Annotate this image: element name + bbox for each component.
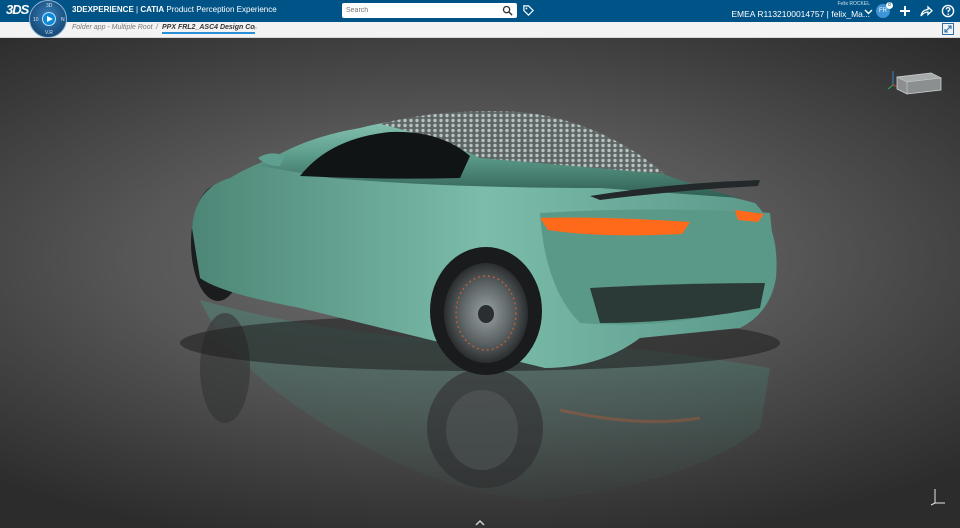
chevron-up-icon[interactable]: [474, 519, 486, 527]
tab-folder-app[interactable]: Folder app - Multiple Root: [72, 24, 153, 31]
app-title: 3DEXPERIENCE | CATIA Product Perception …: [72, 5, 277, 14]
fullscreen-icon[interactable]: [942, 23, 954, 35]
search-icon[interactable]: [502, 5, 513, 16]
help-icon[interactable]: [941, 4, 955, 18]
compass-top-label: 3D: [46, 3, 53, 9]
chevron-down-icon[interactable]: [864, 8, 873, 16]
app-title-prefix: 3DEXPERIENCE: [72, 5, 134, 14]
axis-triad-icon: [930, 489, 945, 506]
search-input[interactable]: [346, 3, 496, 18]
search-box: [342, 3, 517, 18]
3d-viewport[interactable]: [0, 38, 960, 528]
user-name: Felix ROCKEL: [837, 1, 870, 7]
tab-bar: Folder app - Multiple Root / PPX FRL2_AS…: [0, 22, 960, 38]
app-title-suffix: Product Perception Experience: [164, 5, 277, 14]
notification-badge: 8: [886, 2, 893, 9]
tag-icon[interactable]: [522, 4, 535, 17]
compass-right-label: N: [61, 17, 65, 23]
tab-separator: /: [156, 24, 158, 31]
brand-logo[interactable]: 3DS: [6, 2, 29, 17]
view-cube-icon[interactable]: [887, 67, 943, 97]
tab-design-review[interactable]: PPX FRL2_ASC4 Design Co: [162, 24, 255, 34]
play-icon[interactable]: [42, 12, 56, 26]
compass-bottom-label: V.R: [45, 30, 53, 36]
add-tab-button[interactable]: +: [252, 23, 257, 33]
share-icon[interactable]: [919, 4, 933, 18]
plus-icon[interactable]: [898, 4, 912, 18]
user-context[interactable]: EMEA R1132100014757 | felix_Ma...: [731, 9, 870, 19]
compass-left-label: 10: [33, 17, 39, 23]
top-bar: 3DS 3DEXPERIENCE | CATIA Product Percept…: [0, 0, 960, 22]
app-title-product: CATIA: [140, 5, 165, 14]
car-scene: [180, 111, 780, 500]
compass-widget[interactable]: 3D 10 N V.R: [29, 0, 67, 38]
